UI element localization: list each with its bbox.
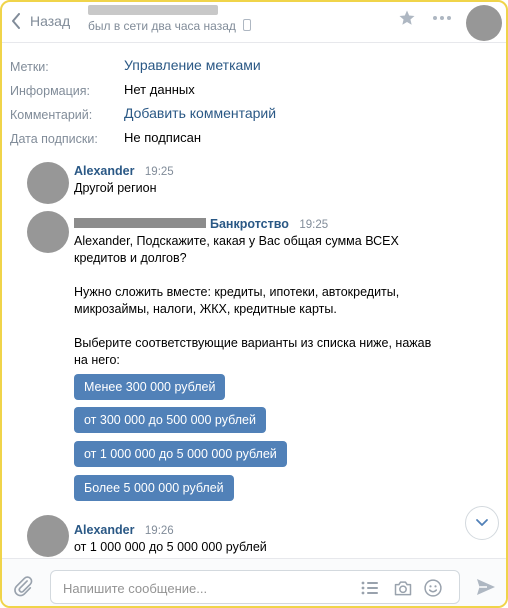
avatar[interactable] (27, 515, 69, 557)
message-input-box (50, 570, 460, 604)
option-button-300k-500k[interactable]: от 300 000 до 500 000 рублей (74, 407, 266, 433)
message-line: кредитов и долгов? (74, 251, 187, 265)
list-format-icon[interactable] (361, 580, 379, 596)
message-line: микрозаймы, налоги, ЖКХ, кредитные карты… (74, 302, 337, 316)
information-value: Нет данных (124, 82, 195, 97)
contact-avatar[interactable] (466, 5, 502, 41)
message-author[interactable]: Alexander (74, 164, 134, 178)
manage-tags-link[interactable]: Управление метками (124, 57, 261, 73)
message-composer (2, 558, 506, 606)
send-icon[interactable] (476, 578, 496, 596)
message-line: Alexander, Подскажите, какая у Вас общая… (74, 234, 399, 248)
message-line (74, 267, 454, 284)
back-button[interactable]: Назад (10, 10, 70, 32)
message-text: Другой регион (74, 181, 157, 195)
smile-icon[interactable] (423, 578, 443, 598)
message-text: от 1 000 000 до 5 000 000 рублей (74, 540, 267, 554)
add-comment-link[interactable]: Добавить комментарий (124, 105, 276, 121)
avatar[interactable] (27, 162, 69, 204)
chevron-left-icon (12, 13, 20, 29)
message-text: Alexander, Подскажите, какая у Вас общая… (74, 233, 454, 369)
comment-label: Комментарий: (10, 108, 93, 122)
message-author[interactable]: Банкротство (210, 217, 289, 231)
message-header: Alexander 19:25 (74, 162, 174, 180)
mobile-icon (243, 19, 252, 31)
info-row-subscription: Дата подписки: Не подписан (2, 126, 506, 150)
info-row-tags: Метки: Управление метками (2, 54, 506, 78)
subscription-value: Не подписан (124, 130, 202, 145)
message-line (74, 318, 454, 335)
option-button-over-5m[interactable]: Более 5 000 000 рублей (74, 475, 234, 501)
info-row-comment: Комментарий: Добавить комментарий (2, 102, 506, 126)
chat-window: Назад был в сети два часа назад Метки: У… (0, 0, 508, 608)
message-time: 19:25 (299, 219, 329, 231)
camera-icon[interactable] (393, 578, 413, 598)
option-button-1m-5m[interactable]: от 1 000 000 до 5 000 000 рублей (74, 441, 287, 467)
last-seen-text: был в сети два часа назад (88, 19, 236, 33)
scroll-down-button[interactable] (465, 506, 499, 540)
paperclip-icon[interactable] (12, 575, 34, 597)
info-row-information: Информация: Нет данных (2, 78, 506, 102)
back-label: Назад (30, 13, 71, 29)
message-time: 19:25 (144, 166, 174, 178)
avatar[interactable] (27, 211, 69, 253)
contact-name-redacted (88, 5, 218, 15)
tags-label: Метки: (10, 60, 49, 74)
more-icon[interactable] (432, 10, 452, 26)
last-seen-status: был в сети два часа назад (88, 19, 252, 33)
message-input[interactable] (61, 577, 345, 599)
message-line: Выберите соответствующие варианты из спи… (74, 336, 432, 350)
information-label: Информация: (10, 84, 91, 98)
message-header: Alexander 19:26 (74, 521, 174, 539)
star-icon[interactable] (398, 9, 416, 27)
message-line: Нужно сложить вместе: кредиты, ипотеки, … (74, 285, 400, 299)
author-name-redacted (74, 218, 206, 228)
subscription-label: Дата подписки: (10, 132, 98, 146)
message-line: на него: (74, 353, 120, 367)
contact-info: Метки: Управление метками Информация: Не… (2, 54, 506, 150)
option-button-under-300k[interactable]: Менее 300 000 рублей (74, 374, 226, 400)
chat-header: Назад был в сети два часа назад (2, 2, 506, 43)
message-header: Банкротство 19:25 (74, 215, 328, 233)
chevron-down-icon (476, 519, 488, 526)
message-author[interactable]: Alexander (74, 523, 134, 537)
message-time: 19:26 (144, 525, 174, 537)
